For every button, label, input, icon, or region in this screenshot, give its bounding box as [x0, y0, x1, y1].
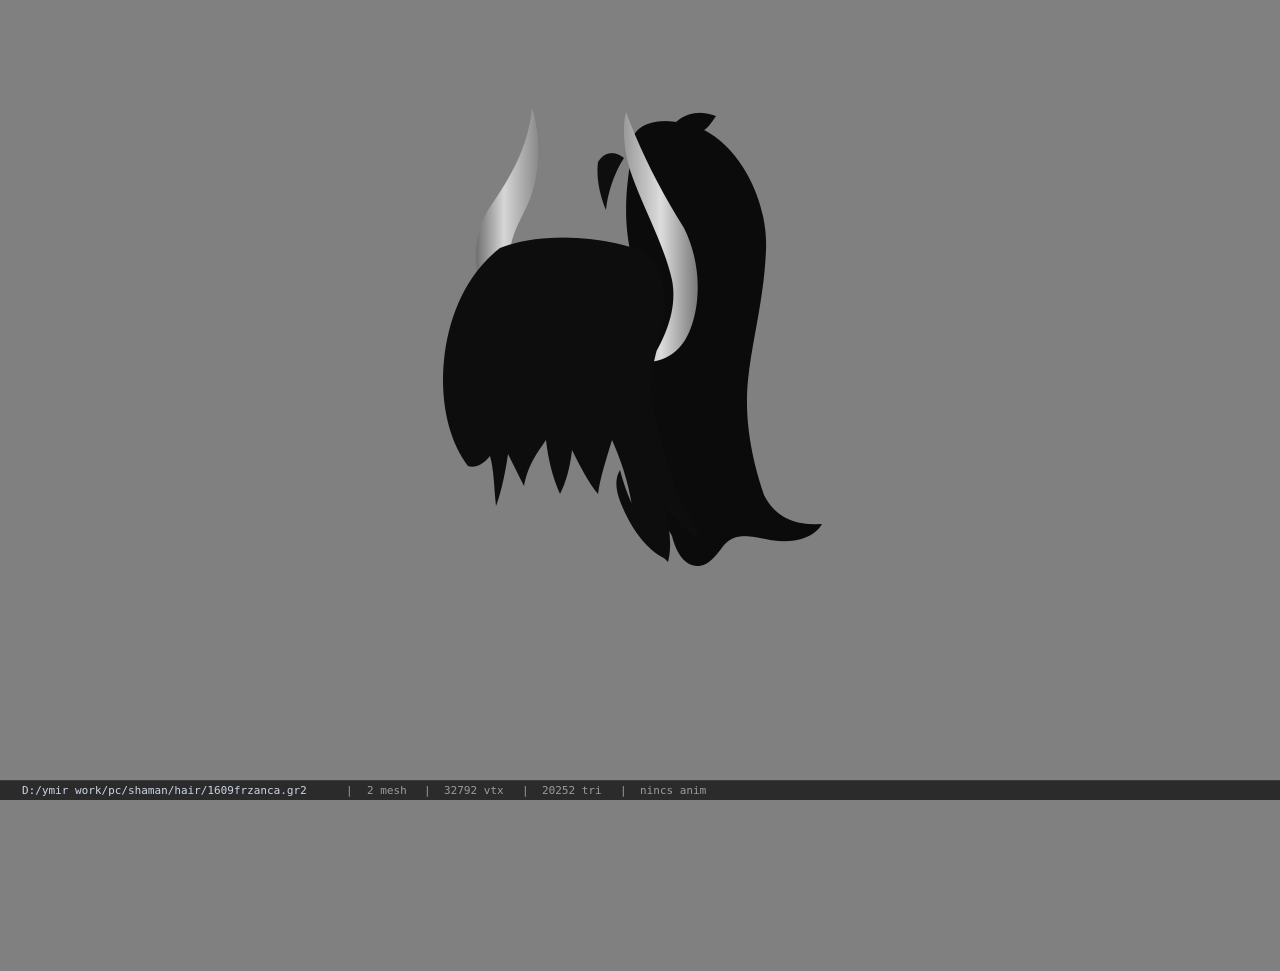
animation-status-text: nincs anim	[640, 784, 707, 797]
status-separator: |	[424, 784, 431, 797]
vertex-count-text: 32792 vtx	[444, 784, 504, 797]
hair-model-render	[443, 108, 822, 567]
mesh-count-text: 2 mesh	[367, 784, 407, 797]
status-bar: D:/ymir work/pc/shaman/hair/1609frzanca.…	[0, 780, 1280, 800]
status-separator: |	[522, 784, 529, 797]
hair-tuft-shape	[597, 153, 624, 210]
file-path-text: D:/ymir work/pc/shaman/hair/1609frzanca.…	[22, 784, 307, 797]
status-separator: |	[346, 784, 353, 797]
triangle-count-text: 20252 tri	[542, 784, 602, 797]
status-separator: |	[620, 784, 627, 797]
3d-viewport[interactable]	[0, 0, 1280, 780]
